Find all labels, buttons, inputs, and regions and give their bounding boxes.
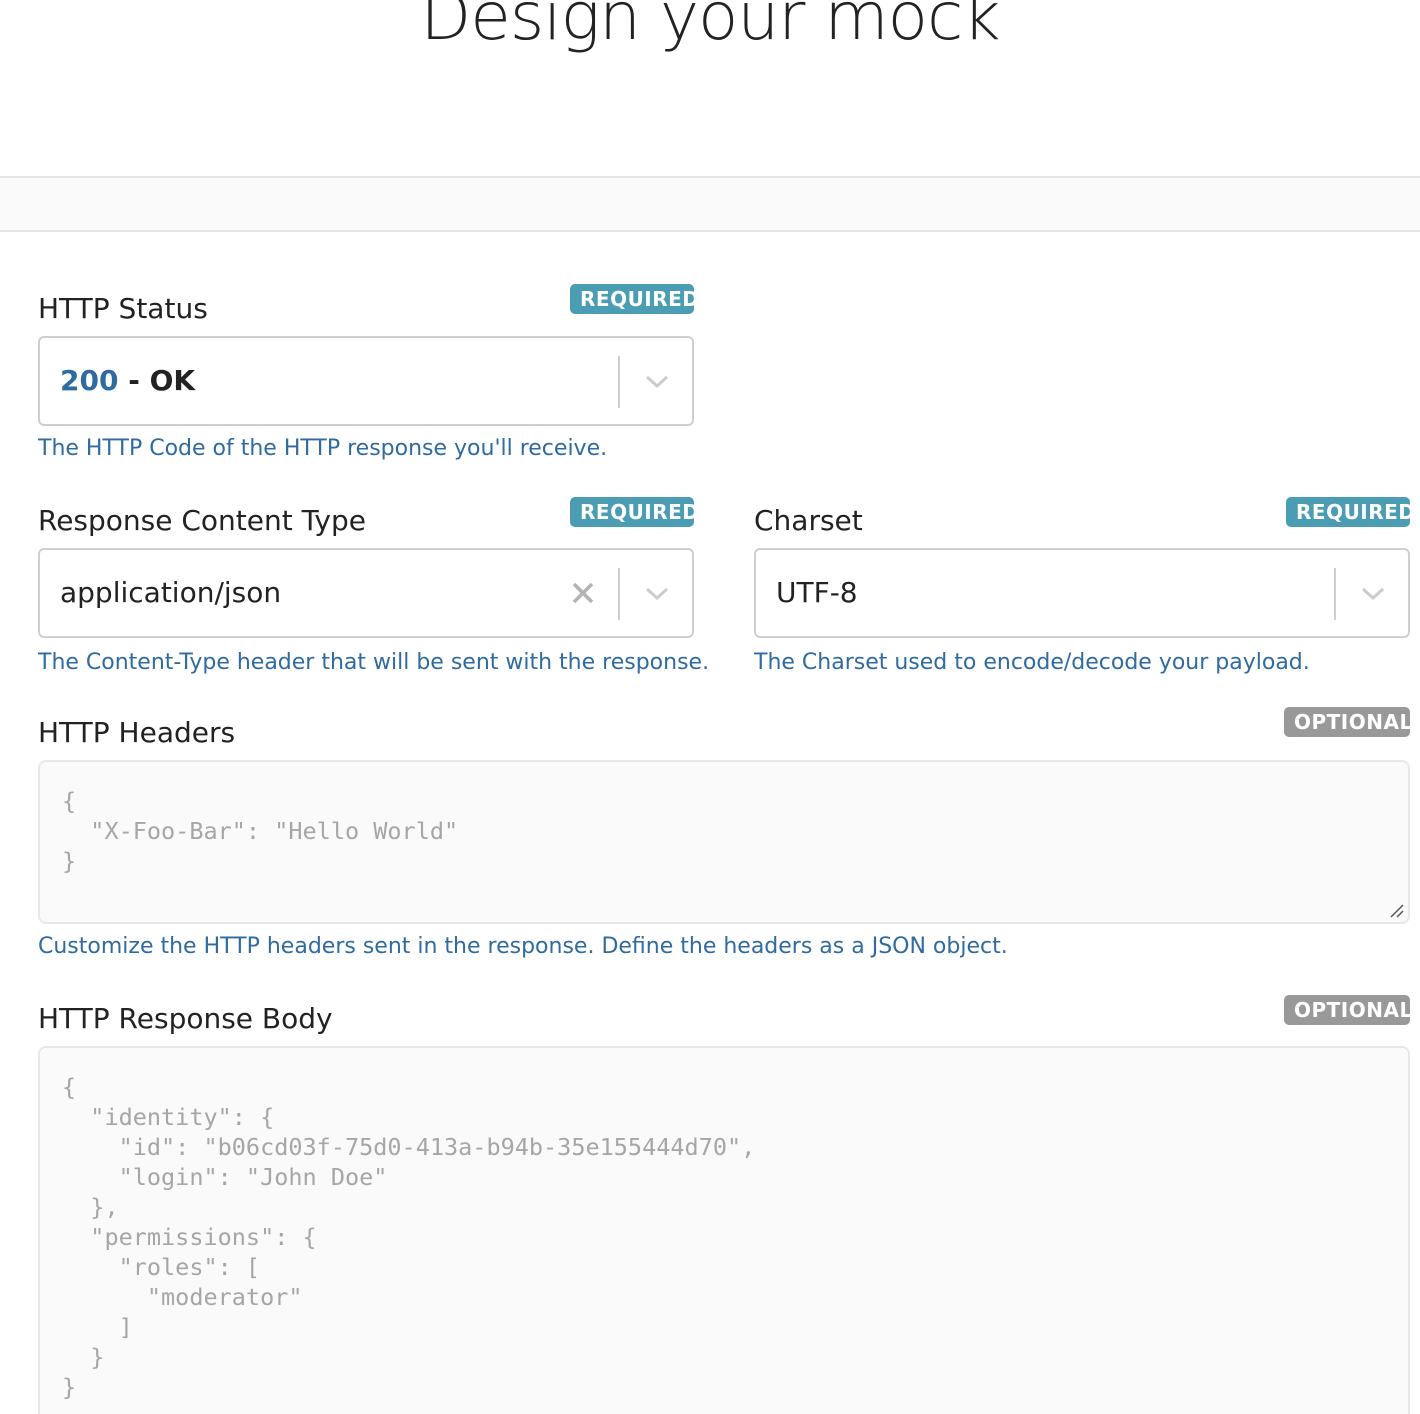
content-type-value: application/json — [60, 576, 282, 609]
select-separator — [618, 568, 620, 620]
select-separator — [1334, 568, 1336, 620]
optional-badge: OPTIONAL — [1284, 707, 1412, 737]
http-status-code: 200 — [60, 364, 119, 397]
content-type-select[interactable]: application/json — [38, 548, 694, 638]
http-status-label: HTTP Status — [38, 292, 208, 325]
optional-badge: OPTIONAL — [1284, 995, 1412, 1025]
http-headers-placeholder: { "X-Foo-Bar": "Hello World" } — [62, 787, 459, 875]
http-headers-textarea[interactable]: { "X-Foo-Bar": "Hello World" } — [38, 760, 1410, 924]
response-body-label: HTTP Response Body — [38, 1002, 333, 1035]
http-status-select[interactable]: 200 - OK — [38, 336, 694, 426]
section-band — [0, 176, 1420, 232]
content-type-label: Response Content Type — [38, 504, 366, 537]
charset-select[interactable]: UTF-8 — [754, 548, 1410, 638]
required-badge: REQUIRED — [570, 284, 699, 314]
response-body-textarea[interactable]: { "identity": { "id": "b06cd03f-75d0-413… — [38, 1046, 1410, 1414]
http-status-text: OK — [149, 364, 196, 397]
mock-designer-page: Design your mock HTTP Status REQUIRED 20… — [0, 0, 1420, 1414]
charset-value: UTF-8 — [776, 576, 858, 609]
charset-label: Charset — [754, 504, 863, 537]
http-headers-help: Customize the HTTP headers sent in the r… — [38, 934, 1008, 959]
charset-help: The Charset used to encode/decode your p… — [754, 650, 1310, 675]
resize-handle-icon[interactable] — [1388, 902, 1404, 918]
http-status-separator: - — [118, 364, 150, 397]
http-headers-label: HTTP Headers — [38, 716, 236, 749]
required-badge: REQUIRED — [570, 497, 699, 527]
chevron-down-icon[interactable] — [642, 366, 672, 396]
http-status-value: 200 - OK — [60, 338, 195, 424]
chevron-down-icon[interactable] — [642, 578, 672, 608]
select-separator — [618, 356, 620, 408]
page-title: Design your mock — [420, 0, 1000, 55]
required-badge: REQUIRED — [1286, 497, 1415, 527]
response-body-placeholder: { "identity": { "id": "b06cd03f-75d0-413… — [62, 1073, 756, 1401]
http-status-help: The HTTP Code of the HTTP response you'l… — [38, 436, 608, 461]
content-type-help: The Content-Type header that will be sen… — [38, 650, 710, 675]
chevron-down-icon[interactable] — [1358, 578, 1388, 608]
close-icon[interactable] — [568, 578, 598, 608]
